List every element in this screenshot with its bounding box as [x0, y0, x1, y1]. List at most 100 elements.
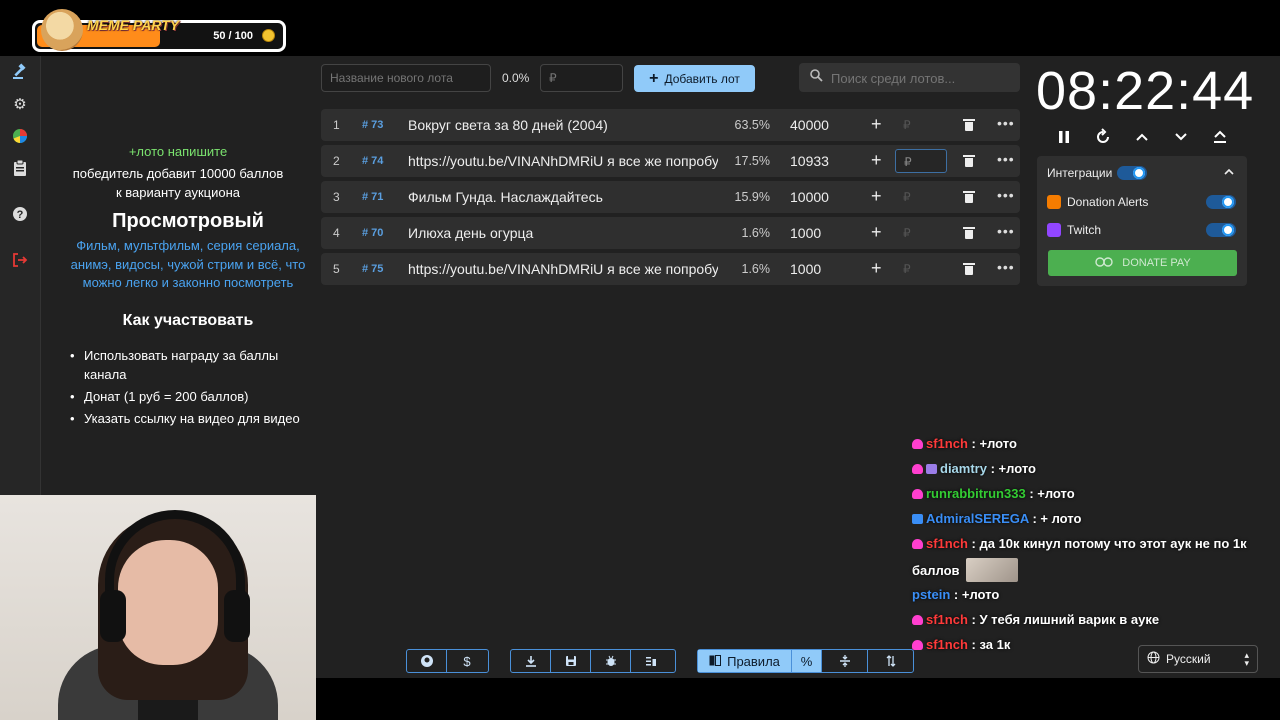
twitch-toggle[interactable] [1206, 223, 1236, 237]
chat-message: diamtry : +лото [912, 461, 1036, 476]
heart-badge-icon [912, 640, 923, 650]
help-icon[interactable]: ? [10, 204, 30, 224]
plus-icon[interactable]: + [871, 186, 882, 207]
dollar-icon[interactable]: $ [447, 650, 487, 672]
integrations-toggle[interactable] [1117, 166, 1147, 180]
bug-icon[interactable] [591, 650, 631, 672]
chat-text: : +лото [971, 436, 1017, 451]
lot-search [799, 63, 1020, 94]
chevron-up-icon[interactable] [1132, 127, 1152, 147]
download-icon[interactable] [511, 650, 551, 672]
headphone-ear-left [100, 590, 126, 642]
lot-row: 1 # 73 Вокруг света за 80 дней (2004) 63.5%… [321, 109, 1020, 141]
lot-row: 2 # 74 https://youtu.be/VINANhDMRiU я все … [321, 145, 1020, 177]
rules-list-item: Донат (1 руб = 200 баллов) [70, 387, 309, 406]
clear-list-icon[interactable] [631, 650, 671, 672]
lot-amount: 1000 [790, 225, 822, 241]
donate-pay-label: DONATE PAY [1122, 257, 1191, 269]
rules-blue-text: Фильм, мультфильм, серия сериала, анимэ,… [70, 238, 306, 290]
more-icon[interactable]: ••• [997, 115, 1015, 131]
search-input[interactable] [829, 63, 1018, 94]
app-root: MEME PARTY 50 / 100 ⚙ ? +лото напишите п… [0, 0, 1280, 720]
lot-title[interactable]: Илюха день огурца [408, 225, 718, 241]
plus-icon[interactable]: + [871, 222, 882, 243]
lot-title[interactable]: Фильм Гунда. Наслаждайтесь [408, 189, 718, 205]
timer-display: 08:22:44 [1036, 61, 1255, 121]
language-select[interactable]: Русский ▴ ▾ [1138, 645, 1258, 673]
lot-add-amount-input[interactable]: ₽ [895, 257, 947, 281]
lot-title[interactable]: Вокруг света за 80 дней (2004) [408, 117, 718, 133]
trash-icon[interactable] [959, 259, 979, 279]
integration-name: Donation Alerts [1067, 195, 1149, 209]
lot-add-amount-input[interactable]: ₽ [895, 149, 947, 173]
save-icon[interactable] [551, 650, 591, 672]
headphones-icon [105, 510, 245, 605]
lot-id[interactable]: # 75 [362, 263, 383, 275]
pie-chart-icon[interactable] [10, 126, 30, 146]
chevron-up-icon[interactable] [1223, 165, 1235, 183]
chat-message: sf1nch : да 10к кинул потому что этот ау… [912, 536, 1247, 551]
trash-icon[interactable] [959, 187, 979, 207]
double-chevron-up-icon[interactable] [1210, 127, 1230, 147]
lot-add-amount-input[interactable]: ₽ [895, 113, 947, 137]
chat-text: : +лото [1029, 486, 1075, 501]
chat-text: баллов [912, 563, 960, 578]
restart-icon[interactable] [1093, 127, 1113, 147]
lot-title[interactable]: https://youtu.be/VINANhDMRiU я все же по… [408, 153, 718, 169]
more-icon[interactable]: ••• [997, 223, 1015, 239]
chat-text: : +лото [990, 461, 1036, 476]
lot-percent: 1.6% [741, 226, 771, 240]
integration-twitch: Twitch [1047, 223, 1101, 237]
add-lot-button[interactable]: + Добавить лот [634, 65, 755, 92]
pause-icon[interactable] [1054, 127, 1074, 147]
heart-badge-icon [912, 439, 923, 449]
chevron-down-icon[interactable] [1171, 127, 1191, 147]
chat-username: sf1nch [926, 536, 968, 551]
clipboard-icon[interactable] [10, 158, 30, 178]
chat-text: : да 10к кинул потому что этот аук не по… [971, 536, 1247, 551]
new-lot-name-input[interactable] [321, 64, 491, 92]
plus-icon[interactable]: + [871, 114, 882, 135]
toolbar-actions [510, 649, 676, 673]
trash-icon[interactable] [959, 223, 979, 243]
lot-add-amount-input[interactable]: ₽ [895, 221, 947, 245]
donation-alerts-icon [1047, 195, 1061, 209]
lot-index: 3 [333, 190, 340, 204]
lot-id[interactable]: # 71 [362, 191, 383, 203]
plus-icon[interactable]: + [871, 258, 882, 279]
chat-message: баллов [912, 558, 1018, 582]
bottom-bar [316, 678, 1280, 720]
select-arrows-icon: ▴ ▾ [1244, 650, 1249, 668]
integrations-title: Интеграции [1047, 166, 1113, 180]
lot-add-amount-input[interactable]: ₽ [895, 185, 947, 209]
gear-icon[interactable]: ⚙ [10, 94, 30, 114]
github-icon[interactable] [407, 650, 447, 672]
gavel-icon[interactable] [10, 62, 30, 82]
globe-icon [1147, 651, 1160, 667]
logout-icon[interactable] [10, 250, 30, 270]
plus-icon[interactable]: + [871, 150, 882, 171]
meme-count: 50 / 100 [213, 30, 253, 42]
lot-title[interactable]: https://youtu.be/VINANhDMRiU я все же по… [408, 261, 718, 277]
heart-badge-icon [912, 489, 923, 499]
trash-icon[interactable] [959, 115, 979, 135]
more-icon[interactable]: ••• [997, 187, 1015, 203]
heart-badge-icon [912, 539, 923, 549]
sort-icon[interactable] [868, 650, 913, 672]
headphone-ear-right [224, 590, 250, 642]
new-lot-amount-input[interactable] [540, 64, 623, 92]
more-icon[interactable]: ••• [997, 151, 1015, 167]
lot-id[interactable]: # 70 [362, 227, 383, 239]
compress-icon[interactable] [822, 650, 868, 672]
verified-badge-icon [912, 514, 923, 524]
more-icon[interactable]: ••• [997, 259, 1015, 275]
lot-id[interactable]: # 73 [362, 119, 383, 131]
donation-alerts-toggle[interactable] [1206, 195, 1236, 209]
rules-white-text: победитель добавит 10000 баллов к вариан… [72, 166, 284, 200]
lot-id[interactable]: # 74 [362, 155, 383, 167]
percent-icon[interactable]: % [792, 650, 822, 672]
rules-button[interactable]: Правила [698, 650, 792, 672]
donate-pay-button[interactable]: DONATE PAY [1048, 250, 1237, 276]
trash-icon[interactable] [959, 151, 979, 171]
integrations-panel: Интеграции Donation Alerts Twitch DONATE… [1037, 156, 1247, 286]
